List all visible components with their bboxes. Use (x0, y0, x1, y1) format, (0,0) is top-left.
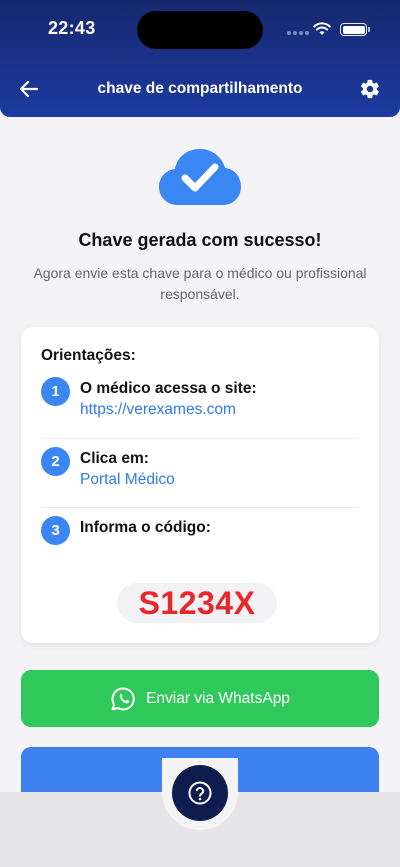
cloud-check-icon (159, 149, 241, 205)
battery-icon (340, 23, 367, 36)
battery-cap (368, 27, 370, 32)
divider (41, 507, 359, 508)
step-label: Clica em: (80, 450, 149, 467)
divider (41, 438, 359, 439)
back-button[interactable] (16, 76, 42, 102)
step-number-badge: 1 (41, 377, 70, 406)
step-label: O médico acessa o site: (80, 380, 257, 397)
success-title: Chave gerada com sucesso! (78, 230, 322, 250)
cellular-signal-icon (287, 31, 311, 37)
settings-button[interactable] (357, 76, 383, 102)
site-link[interactable]: https://verexames.com (80, 401, 236, 419)
send-whatsapp-label: Enviar via WhatsApp (146, 689, 290, 707)
step-number-badge: 3 (41, 516, 70, 545)
instructions-title: Orientações: (41, 347, 136, 364)
status-time: 22:43 (48, 18, 96, 38)
gear-icon (360, 79, 379, 99)
help-button[interactable] (172, 765, 228, 821)
share-code: S1234X (117, 583, 277, 623)
page-title: chave de compartilhamento (97, 80, 303, 97)
app-header: 22:43 chave de compartilhamento (0, 0, 400, 117)
success-subtitle: Agora envie esta chave para o médico ou … (33, 265, 367, 302)
portal-medico-link[interactable]: Portal Médico (80, 471, 175, 489)
step-label: Informa o código: (80, 519, 211, 536)
arrow-left-icon (19, 80, 39, 98)
send-whatsapp-button[interactable]: Enviar via WhatsApp (21, 670, 379, 727)
dynamic-island (137, 11, 263, 49)
step-number-badge: 2 (41, 447, 70, 476)
question-mark-icon (188, 781, 212, 805)
wifi-icon (313, 22, 331, 35)
instructions-card: Orientações: 1 O médico acessa o site: h… (21, 327, 379, 643)
whatsapp-icon (111, 686, 135, 710)
